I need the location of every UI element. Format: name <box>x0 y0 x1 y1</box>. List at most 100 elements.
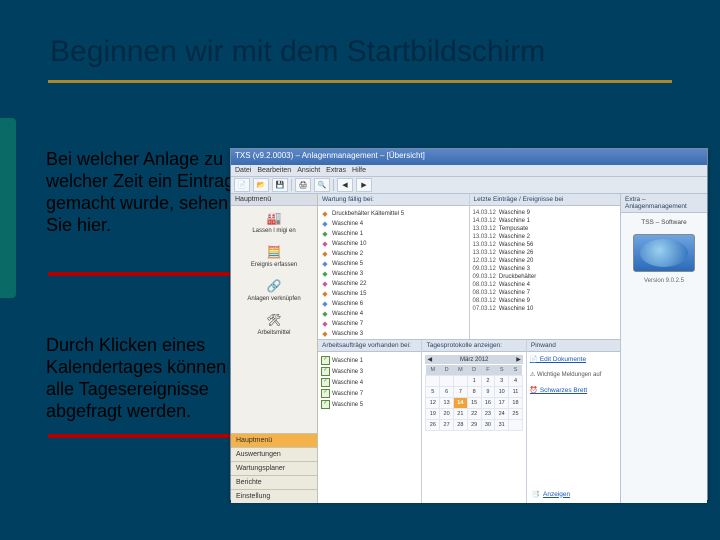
calendar-day[interactable]: 2 <box>481 376 495 387</box>
calendar-prev[interactable]: ◀ <box>427 356 432 363</box>
tree-label: Waschine 4 <box>332 380 363 386</box>
sidebar-item[interactable]: 🛠Arbeitsmittel <box>235 312 313 336</box>
calendar-day[interactable]: 23 <box>481 409 495 420</box>
calendar-day[interactable]: 26 <box>426 420 440 431</box>
calendar-day[interactable]: 8 <box>467 387 481 398</box>
toolbar-button[interactable]: 🔍 <box>314 178 330 192</box>
calendar-day[interactable]: 5 <box>426 387 440 398</box>
pinwand-link[interactable]: ⏰ Schwarzes Brett <box>530 386 617 394</box>
toolbar-button[interactable]: 💾 <box>272 178 288 192</box>
sidebar-item[interactable]: 🔗Anlagen verknüpfen <box>235 278 313 302</box>
menu-item[interactable]: Bearbeiten <box>257 165 291 176</box>
sidebar-item[interactable]: 🧮Ereignis erfassen <box>235 244 313 268</box>
calendar-day[interactable]: 17 <box>495 398 509 409</box>
calendar-day[interactable]: 18 <box>509 398 523 409</box>
list-item[interactable]: ◆Waschine 6 <box>321 299 466 309</box>
sidebar-tab[interactable]: Hauptmenü <box>231 433 317 447</box>
calendar-day[interactable]: 28 <box>453 420 467 431</box>
toolbar-button[interactable]: 📂 <box>253 178 269 192</box>
tree-item[interactable]: ✓Waschine 4 <box>321 377 418 388</box>
list-item[interactable]: 08.03.12 Waschine 4 <box>473 281 618 289</box>
list-item[interactable]: 08.03.12 Waschine 9 <box>473 297 618 305</box>
list-item[interactable]: ◆Waschine 4 <box>321 309 466 319</box>
list-item[interactable]: ◆Waschine 4 <box>321 219 466 229</box>
list-label: Waschine 1 <box>499 218 530 224</box>
calendar-day[interactable]: 13 <box>440 398 454 409</box>
sidebar-item-label: Arbeitsmittel <box>257 330 290 336</box>
list-item[interactable]: 09.03.12 Druckbehälter <box>473 273 618 281</box>
list-item[interactable]: ◆Waschine 7 <box>321 319 466 329</box>
list-item[interactable]: ◆Waschine 15 <box>321 289 466 299</box>
sidebar-tab[interactable]: Wartungsplaner <box>231 461 317 475</box>
calendar-day[interactable]: 31 <box>495 420 509 431</box>
list-item[interactable]: 14.03.12 Waschine 1 <box>473 217 618 225</box>
toolbar-button[interactable]: ◀ <box>337 178 353 192</box>
show-button[interactable]: 📑Anzeigen <box>530 488 617 500</box>
calendar-day[interactable]: 11 <box>509 387 523 398</box>
calendar-day[interactable]: 29 <box>467 420 481 431</box>
machine-icon: ◆ <box>321 270 329 278</box>
menu-item[interactable]: Datei <box>235 165 251 176</box>
list-item[interactable]: 07.03.12 Waschine 10 <box>473 305 618 313</box>
calendar-day[interactable]: 30 <box>481 420 495 431</box>
menu-item[interactable]: Extras <box>326 165 346 176</box>
calendar-day[interactable]: 6 <box>440 387 454 398</box>
calendar-day[interactable]: 24 <box>495 409 509 420</box>
pinwand-link[interactable]: 📄 Edit Dokumente <box>530 355 617 363</box>
tree-item[interactable]: ✓Waschine 1 <box>321 355 418 366</box>
calendar-day[interactable]: 25 <box>509 409 523 420</box>
calendar-day[interactable]: 27 <box>440 420 454 431</box>
sidebar-tab[interactable]: Auswertungen <box>231 447 317 461</box>
list-item[interactable]: ◆Waschine 3 <box>321 329 466 339</box>
list-item[interactable]: ◆Druckbehälter Kältemittel 5 <box>321 209 466 219</box>
menu-item[interactable]: Ansicht <box>297 165 320 176</box>
calendar-weekday: M <box>426 365 440 376</box>
list-item[interactable]: 13.03.12 Waschine 26 <box>473 249 618 257</box>
calendar-day[interactable]: 21 <box>453 409 467 420</box>
tree-item[interactable]: ✓Waschine 7 <box>321 388 418 399</box>
globe-image <box>633 234 695 272</box>
list-item[interactable]: 08.03.12 Waschine 7 <box>473 289 618 297</box>
list-item[interactable]: 13.03.12 Waschine 2 <box>473 233 618 241</box>
sidebar-item[interactable]: 🏭Lassen l migi en <box>235 210 313 234</box>
calendar-day[interactable]: 9 <box>481 387 495 398</box>
list-item[interactable]: 13.03.12 Waschine 56 <box>473 241 618 249</box>
calendar-weekday: F <box>481 365 495 376</box>
calendar-day[interactable]: 19 <box>426 409 440 420</box>
list-item[interactable]: ◆Waschine 1 <box>321 229 466 239</box>
calendar-day[interactable]: 14 <box>453 398 467 409</box>
list-item[interactable]: ◆Waschine 5 <box>321 259 466 269</box>
calendar-day[interactable]: 4 <box>509 376 523 387</box>
list-label: Druckbehälter <box>499 274 536 280</box>
list-label: Waschine 7 <box>332 321 363 327</box>
toolbar-button[interactable]: 📄 <box>234 178 250 192</box>
list-item[interactable]: 09.03.12 Waschine 3 <box>473 265 618 273</box>
list-item[interactable]: ◆Waschine 2 <box>321 249 466 259</box>
toolbar-button[interactable]: ▶ <box>356 178 372 192</box>
calendar-day[interactable]: 1 <box>467 376 481 387</box>
sidebar-tab[interactable]: Berichte <box>231 475 317 489</box>
tree-item[interactable]: ✓Waschine 5 <box>321 399 418 410</box>
list-item[interactable]: ◆Waschine 3 <box>321 269 466 279</box>
list-item[interactable]: 12.03.12 Waschine 20 <box>473 257 618 265</box>
menu-item[interactable]: Hilfe <box>352 165 366 176</box>
list-item[interactable]: 13.03.12 Tempusate <box>473 225 618 233</box>
calendar-day[interactable]: 22 <box>467 409 481 420</box>
calendar-next[interactable]: ▶ <box>516 356 521 363</box>
calendar-day[interactable]: 10 <box>495 387 509 398</box>
sidebar-tab[interactable]: Einstellung <box>231 489 317 503</box>
list-item[interactable]: ◆Waschine 10 <box>321 239 466 249</box>
calendar-day[interactable]: 15 <box>467 398 481 409</box>
toolbar-button[interactable]: 🖨 <box>295 178 311 192</box>
calendar-day[interactable]: 3 <box>495 376 509 387</box>
list-item[interactable]: ◆Waschine 22 <box>321 279 466 289</box>
list-item[interactable]: 14.03.12 Waschine 9 <box>473 209 618 217</box>
calendar-day[interactable]: 7 <box>453 387 467 398</box>
calendar-day[interactable]: 12 <box>426 398 440 409</box>
list-label: Waschine 9 <box>499 298 530 304</box>
list-label: Waschine 3 <box>332 331 363 337</box>
calendar-day[interactable]: 20 <box>440 409 454 420</box>
timestamp: 08.03.12 <box>473 290 496 296</box>
calendar-day[interactable]: 16 <box>481 398 495 409</box>
tree-item[interactable]: ✓Waschine 3 <box>321 366 418 377</box>
